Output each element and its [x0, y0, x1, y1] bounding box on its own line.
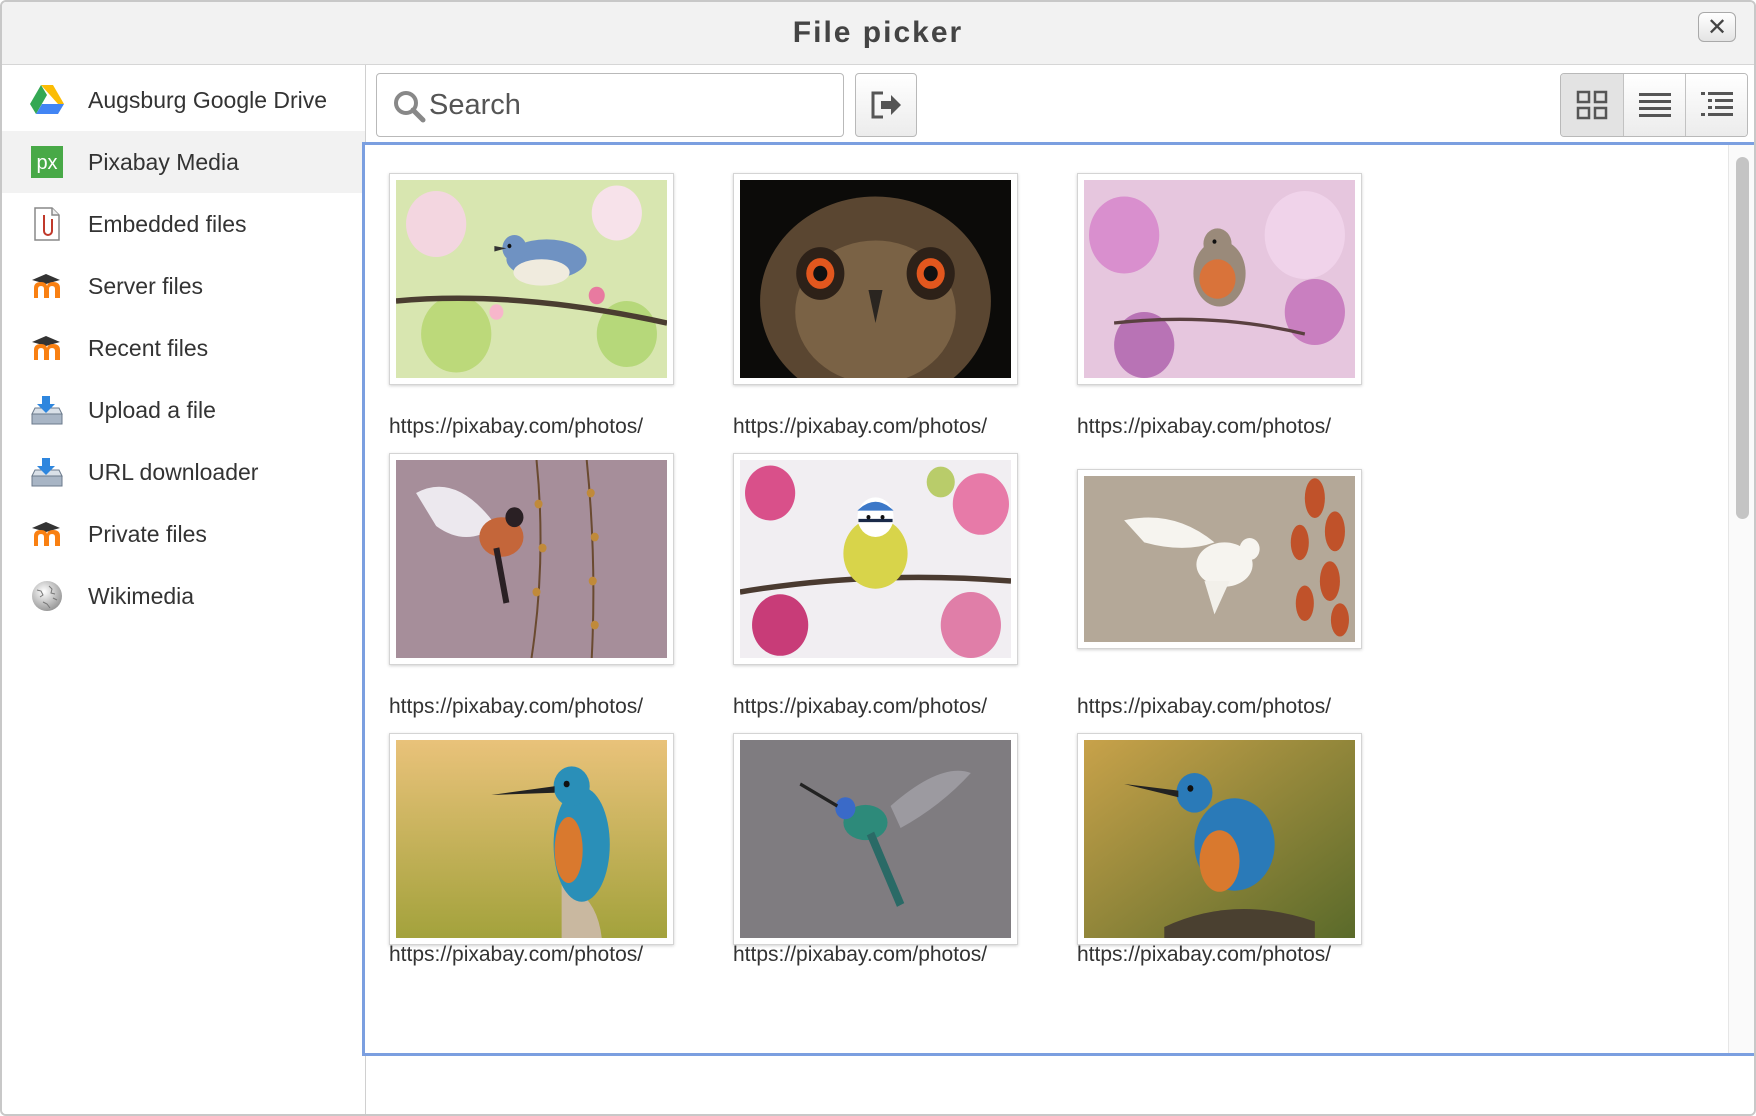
upload-icon: [30, 393, 64, 427]
kingfisher-icon: [396, 740, 667, 938]
tree-view-icon: [1700, 92, 1733, 116]
file-thumbnail: [1077, 733, 1362, 945]
file-grid: https://pixabay.com/photos/ https://pixa…: [362, 142, 1754, 1056]
sidebar-item-google-drive[interactable]: Augsburg Google Drive: [2, 69, 365, 131]
file-name: https://pixabay.com/photos/: [733, 943, 988, 966]
list-view-button[interactable]: [1623, 74, 1685, 136]
file-picker-dialog: File picker ✕ Augsburg Google Drive px P…: [0, 0, 1756, 1116]
flying-bird-icon: [396, 460, 667, 658]
sidebar-item-wikimedia[interactable]: Wikimedia: [2, 565, 365, 627]
sidebar-item-pixabay[interactable]: px Pixabay Media: [2, 131, 365, 193]
tree-view-button[interactable]: [1685, 74, 1747, 136]
sidebar-item-label: Embedded files: [88, 210, 247, 237]
file-thumbnail: [389, 173, 674, 385]
sidebar-item-label: Augsburg Google Drive: [88, 86, 328, 113]
file-name: https://pixabay.com/photos/: [389, 943, 644, 966]
file-thumbnail: [733, 453, 1018, 665]
file-thumbnail: [1077, 173, 1362, 385]
sidebar-item-label: URL downloader: [88, 458, 259, 485]
blue-tit-icon: [740, 460, 1011, 658]
toolbar: [366, 65, 1754, 145]
sidebar-item-upload[interactable]: Upload a file: [2, 379, 365, 441]
grid-view-button[interactable]: [1561, 74, 1623, 136]
moodle-icon: [30, 331, 64, 365]
hummingbird-icon: [740, 740, 1011, 938]
main-panel: https://pixabay.com/photos/ https://pixa…: [362, 65, 1754, 1114]
embedded-file-icon: [30, 207, 64, 241]
file-name: https://pixabay.com/photos/: [389, 695, 644, 718]
sidebar-item-label: Server files: [88, 272, 204, 299]
repository-sidebar: Augsburg Google Drive px Pixabay Media E…: [2, 65, 366, 1114]
file-name: https://pixabay.com/photos/: [1077, 695, 1332, 718]
owl-icon: [740, 180, 1011, 378]
search-box[interactable]: [376, 73, 844, 137]
title-bar: File picker ✕: [2, 2, 1754, 65]
wikimedia-icon: [30, 579, 64, 613]
upload-icon: [30, 455, 64, 489]
file-thumbnail: [1077, 469, 1362, 649]
search-input[interactable]: [429, 74, 829, 136]
dove-icon: [1084, 476, 1355, 642]
scrollbar-thumb[interactable]: [1736, 157, 1749, 519]
sidebar-item-label: Recent files: [88, 334, 209, 361]
sidebar-item-embedded-files[interactable]: Embedded files: [2, 193, 365, 255]
file-thumbnail: [389, 733, 674, 945]
sidebar-item-label: Wikimedia: [88, 582, 195, 609]
file-thumbnail: [389, 453, 674, 665]
file-name: https://pixabay.com/photos/: [733, 695, 988, 718]
moodle-icon: [30, 517, 64, 551]
view-mode-group: [1560, 73, 1748, 137]
file-name: https://pixabay.com/photos/: [1077, 943, 1332, 966]
nuthatch-icon: [396, 180, 667, 378]
sidebar-item-label: Upload a file: [88, 396, 216, 423]
file-thumbnail: [733, 173, 1018, 385]
file-thumbnail: [733, 733, 1018, 945]
grid-view-icon: [1576, 90, 1608, 120]
pixabay-icon: px: [30, 145, 64, 179]
search-icon: [394, 91, 426, 123]
robin-icon: [1084, 180, 1355, 378]
google-drive-icon: [30, 83, 64, 117]
sidebar-item-url-downloader[interactable]: URL downloader: [2, 441, 365, 503]
kingfisher-icon: [1084, 740, 1355, 938]
dialog-title: File picker: [792, 16, 964, 49]
file-name: https://pixabay.com/photos/: [733, 415, 988, 438]
svg-text:px: px: [36, 152, 57, 174]
sidebar-item-label: Private files: [88, 520, 207, 547]
sidebar-item-label: Pixabay Media: [88, 148, 239, 175]
file-name: https://pixabay.com/photos/: [389, 415, 644, 438]
close-icon: ✕: [1706, 13, 1728, 41]
logout-button[interactable]: [855, 73, 917, 137]
moodle-icon: [30, 269, 64, 303]
sidebar-item-private-files[interactable]: Private files: [2, 503, 365, 565]
close-button[interactable]: ✕: [1698, 12, 1736, 42]
list-view-icon: [1638, 93, 1671, 117]
vertical-scrollbar[interactable]: [1728, 145, 1754, 1053]
sidebar-item-recent-files[interactable]: Recent files: [2, 317, 365, 379]
sidebar-item-server-files[interactable]: Server files: [2, 255, 365, 317]
file-name: https://pixabay.com/photos/: [1077, 415, 1332, 438]
logout-icon: [871, 91, 901, 119]
